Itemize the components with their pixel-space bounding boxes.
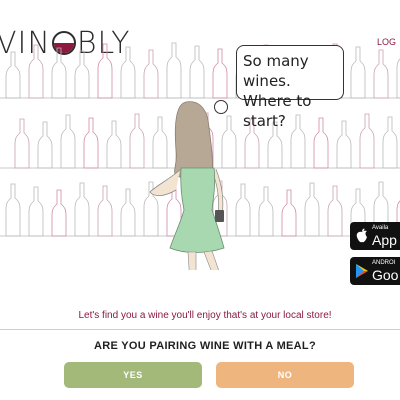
no-button[interactable]: NO (216, 362, 354, 388)
app-store-small-label: Availa (372, 225, 389, 231)
speech-line-1: So many wines. (243, 52, 309, 90)
google-play-big-label: Goo (372, 267, 399, 283)
speech-bubble: So many wines. Where to start? (236, 45, 344, 130)
google-play-small-label: ANDROI (372, 260, 396, 266)
pagination-dots (198, 396, 216, 400)
app-store-big-label: App (372, 232, 397, 248)
tagline: Let's find you a wine you'll enjoy that'… (78, 310, 332, 321)
google-play-badge[interactable]: ANDROI Goo (350, 257, 400, 285)
divider (0, 329, 400, 330)
google-play-icon (356, 264, 368, 278)
speech-bubble-tail (214, 100, 228, 114)
meal-pairing-question: ARE YOU PAIRING WINE WITH A MEAL? (94, 340, 316, 352)
yes-button[interactable]: YES (64, 362, 202, 388)
apple-icon (356, 228, 367, 243)
speech-line-2: Where to start? (243, 92, 312, 130)
app-store-badge[interactable]: Availa App (350, 222, 400, 250)
